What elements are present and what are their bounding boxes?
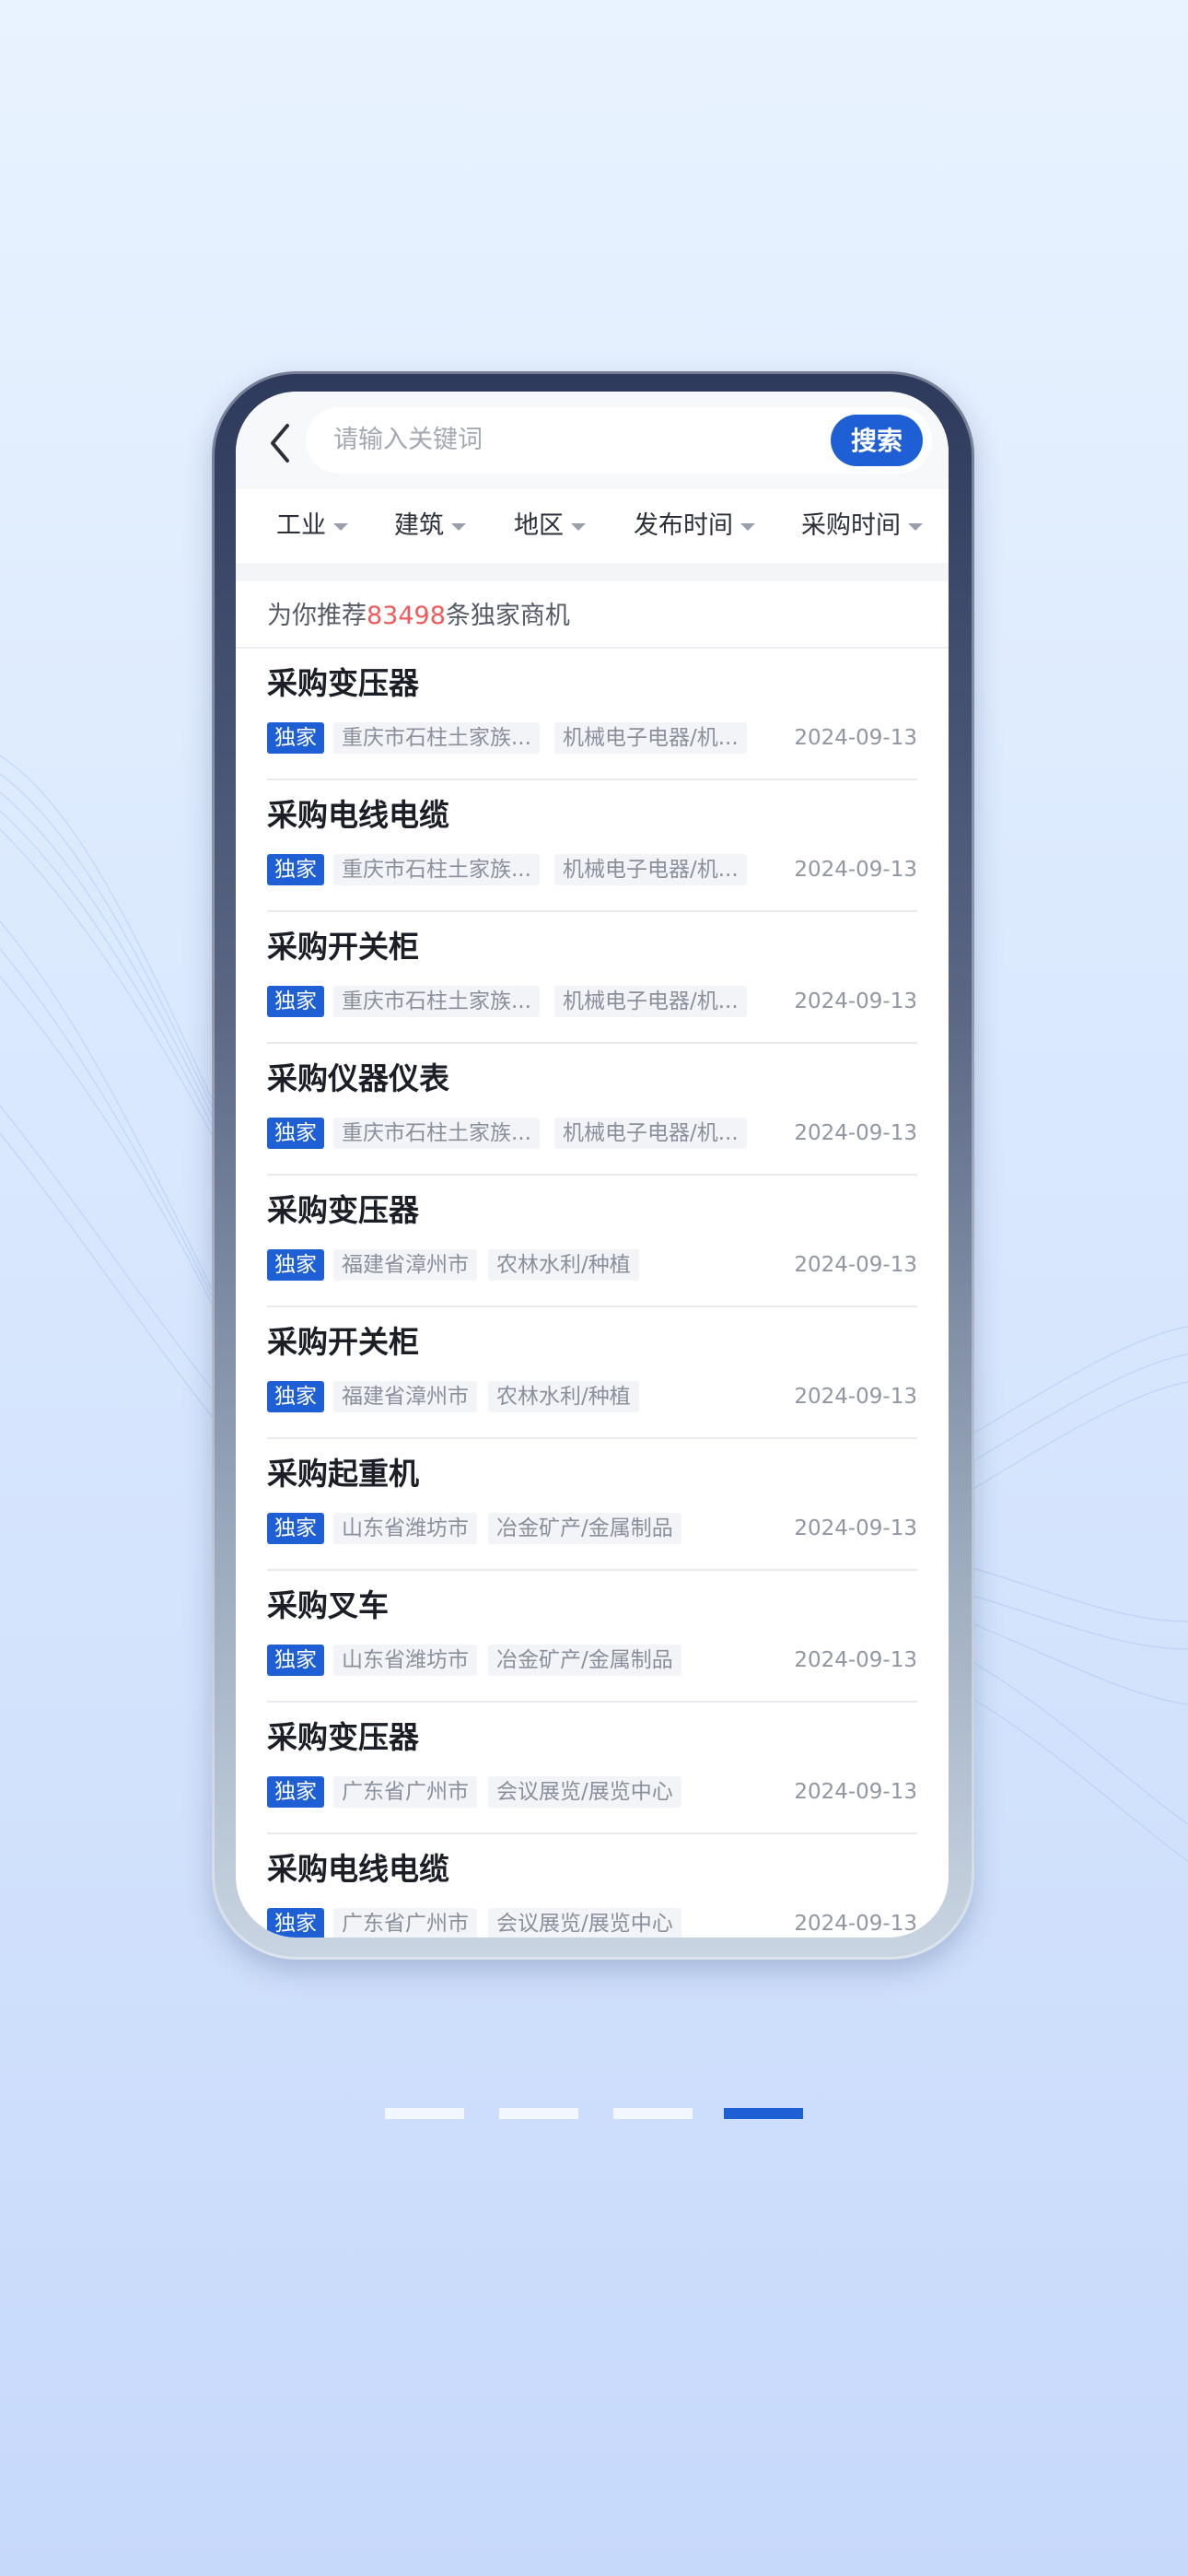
page-dot-2[interactable] [499,2108,578,2119]
filter-purchase-time[interactable]: 采购时间 [801,509,923,543]
list-item[interactable]: 采购电线电缆 独家 重庆市石柱土家族... 机械电子电器/机... 2024-0… [267,780,917,912]
recommendation-count: 83498 [367,602,446,630]
industry-tag: 机械电子电器/机... [554,722,747,754]
item-date: 2024-09-13 [794,726,917,750]
industry-tag: 农林水利/种植 [488,1381,639,1412]
item-date: 2024-09-13 [794,1516,917,1540]
filter-label: 采购时间 [801,511,901,540]
region-tag: 广东省广州市 [333,1908,477,1938]
filter-industry[interactable]: 工业 [276,509,348,543]
search-placeholder: 请输入关键词 [333,426,483,454]
item-title: 采购仪器仪表 [267,1060,449,1096]
industry-tag: 冶金矿产/金属制品 [488,1513,681,1544]
exclusive-badge: 独家 [267,1645,324,1676]
region-tag: 山东省潍坊市 [333,1645,477,1676]
item-title: 采购电线电缆 [267,797,449,833]
filter-label: 发布时间 [634,511,733,540]
caret-down-icon [740,522,755,531]
search-input[interactable]: 请输入关键词 搜索 [306,407,932,474]
industry-tag: 机械电子电器/机... [554,854,747,885]
item-title: 采购开关柜 [267,1324,419,1360]
item-date: 2024-09-13 [794,1648,917,1672]
industry-tag: 冶金矿产/金属制品 [488,1645,681,1676]
list-item[interactable]: 采购开关柜 独家 福建省漳州市 农林水利/种植 2024-09-13 [267,1307,917,1439]
page-dot-1[interactable] [385,2108,464,2119]
filter-publish-time[interactable]: 发布时间 [634,509,755,543]
region-tag: 重庆市石柱土家族... [333,1118,540,1149]
filter-label: 地区 [514,511,564,540]
filter-label: 工业 [276,511,326,540]
exclusive-badge: 独家 [267,722,324,754]
region-tag: 重庆市石柱土家族... [333,986,540,1017]
caret-down-icon [333,522,348,531]
list-item[interactable]: 采购仪器仪表 独家 重庆市石柱土家族... 机械电子电器/机... 2024-0… [267,1044,917,1176]
region-tag: 重庆市石柱土家族... [333,854,540,885]
item-title: 采购开关柜 [267,929,419,965]
search-bar: 请输入关键词 搜索 [236,392,949,489]
item-date: 2024-09-13 [794,989,917,1013]
item-date: 2024-09-13 [794,1121,917,1145]
list-item[interactable]: 采购叉车 独家 山东省潍坊市 冶金矿产/金属制品 2024-09-13 [267,1571,917,1703]
page-indicator [385,2108,805,2119]
exclusive-badge: 独家 [267,1513,324,1544]
list-item[interactable]: 采购变压器 独家 重庆市石柱土家族... 机械电子电器/机... 2024-09… [267,649,917,780]
filter-bar: 工业 建筑 地区 发布时间 采购时间 [236,489,949,563]
exclusive-badge: 独家 [267,1776,324,1808]
exclusive-badge: 独家 [267,854,324,885]
item-title: 采购叉车 [267,1587,389,1623]
exclusive-badge: 独家 [267,1249,324,1281]
filter-label: 建筑 [394,511,444,540]
industry-tag: 机械电子电器/机... [554,986,747,1017]
item-date: 2024-09-13 [794,858,917,882]
industry-tag: 农林水利/种植 [488,1249,639,1281]
exclusive-badge: 独家 [267,1118,324,1149]
item-date: 2024-09-13 [794,1385,917,1409]
item-date: 2024-09-13 [794,1253,917,1277]
search-button[interactable]: 搜索 [831,415,923,466]
filter-region[interactable]: 地区 [514,509,586,543]
list-item[interactable]: 采购起重机 独家 山东省潍坊市 冶金矿产/金属制品 2024-09-13 [267,1439,917,1571]
item-title: 采购变压器 [267,1719,419,1755]
page-dot-3[interactable] [613,2108,693,2119]
region-tag: 广东省广州市 [333,1776,477,1808]
item-title: 采购变压器 [267,665,419,701]
phone-screen: 请输入关键词 搜索 工业 建筑 地区 发布时间 采购时间 为你推荐83498条独… [236,392,949,1938]
exclusive-badge: 独家 [267,1908,324,1938]
region-tag: 福建省漳州市 [333,1249,477,1281]
recommendation-text: 为你推荐83498条独家商机 [267,600,570,633]
recommendation-suffix: 条独家商机 [445,602,570,630]
exclusive-badge: 独家 [267,1381,324,1412]
caret-down-icon [908,522,923,531]
list-item[interactable]: 采购变压器 独家 广东省广州市 会议展览/展览中心 2024-09-13 [267,1703,917,1834]
exclusive-badge: 独家 [267,986,324,1017]
filter-construction[interactable]: 建筑 [394,509,466,543]
list-item[interactable]: 采购电线电缆 独家 广东省广州市 会议展览/展览中心 2024-09-13 [267,1834,917,1938]
region-tag: 山东省潍坊市 [333,1513,477,1544]
list-item[interactable]: 采购变压器 独家 福建省漳州市 农林水利/种植 2024-09-13 [267,1176,917,1307]
page-dot-4-active[interactable] [724,2108,803,2119]
caret-down-icon [451,522,466,531]
region-tag: 重庆市石柱土家族... [333,722,540,754]
list-item[interactable]: 采购开关柜 独家 重庆市石柱土家族... 机械电子电器/机... 2024-09… [267,912,917,1044]
industry-tag: 会议展览/展览中心 [488,1908,681,1938]
item-date: 2024-09-13 [794,1912,917,1936]
industry-tag: 会议展览/展览中心 [488,1776,681,1808]
item-title: 采购变压器 [267,1192,419,1228]
item-title: 采购电线电缆 [267,1851,449,1887]
industry-tag: 机械电子电器/机... [554,1118,747,1149]
back-arrow-icon[interactable] [263,420,300,466]
item-date: 2024-09-13 [794,1780,917,1804]
section-divider [236,563,949,581]
caret-down-icon [571,522,586,531]
item-title: 采购起重机 [267,1456,419,1492]
region-tag: 福建省漳州市 [333,1381,477,1412]
recommendation-prefix: 为你推荐 [267,602,367,630]
